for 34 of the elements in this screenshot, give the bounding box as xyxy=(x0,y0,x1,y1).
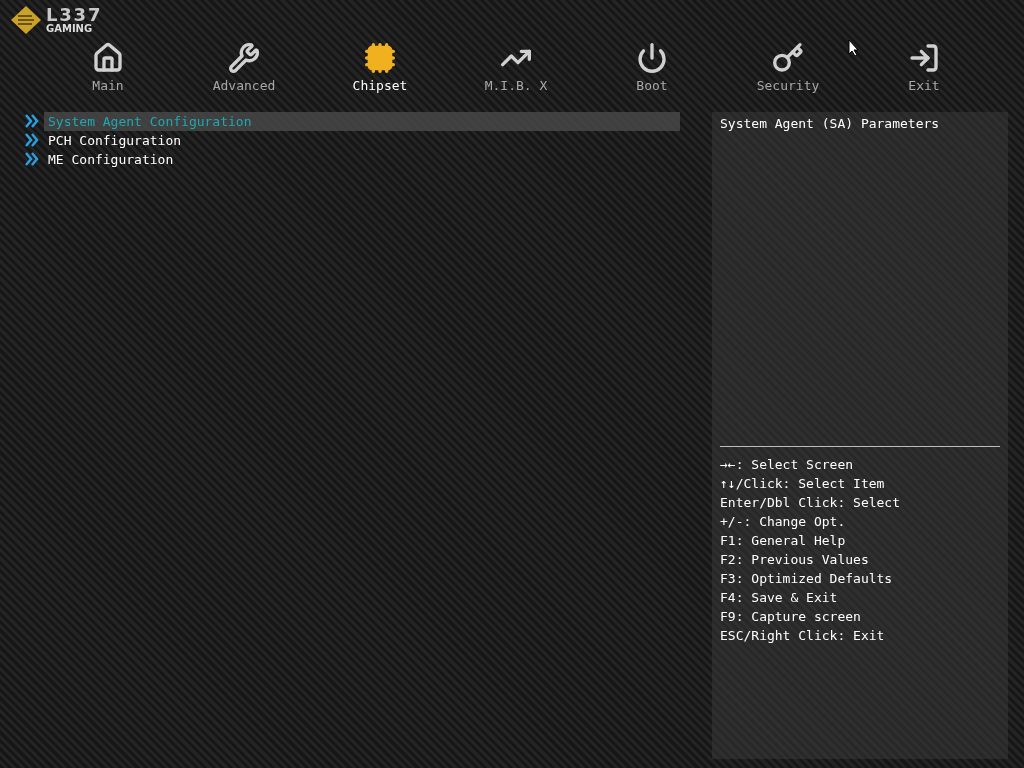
key-legend-line: +/-: Change Opt. xyxy=(720,512,847,531)
wrench-icon xyxy=(228,42,260,74)
key-legend-line: ESC/Right Click: Exit xyxy=(720,626,886,645)
menu-item[interactable]: PCH Configuration xyxy=(44,130,680,150)
menu-item[interactable]: System Agent Configuration xyxy=(44,111,680,131)
nav-tab[interactable]: Advanced xyxy=(176,42,312,96)
nav-tab[interactable]: Chipset xyxy=(312,42,448,96)
logo-mark-icon xyxy=(10,5,42,35)
mouse-cursor-icon xyxy=(848,39,860,57)
nav-tab[interactable]: Boot xyxy=(584,42,720,96)
power-icon xyxy=(636,42,668,74)
chip-icon xyxy=(364,42,396,74)
home-icon xyxy=(92,42,124,74)
chevron-icon xyxy=(24,132,40,148)
key-legend-line: F1: General Help xyxy=(720,531,847,550)
nav-tab[interactable]: M.I.B. X xyxy=(448,42,584,96)
help-text: System Agent (SA) Parameters xyxy=(720,114,941,133)
key-legend-line: F2: Previous Values xyxy=(720,550,870,569)
nav-tab[interactable]: Exit xyxy=(856,42,992,96)
key-legend-line: →←: Select Screen xyxy=(720,455,855,474)
exit-door-icon xyxy=(908,42,940,74)
chevron-icon xyxy=(24,113,40,129)
key-legend-line: F9: Capture screen xyxy=(720,607,862,626)
logo-wordmark: L337 xyxy=(46,6,103,24)
menu-item[interactable]: ME Configuration xyxy=(44,149,680,169)
nav-tab[interactable]: Main xyxy=(40,42,176,96)
logo-subtitle: GAMING xyxy=(46,24,94,34)
key-icon xyxy=(772,42,804,74)
key-legend-line: F3: Optimized Defaults xyxy=(720,569,894,588)
key-legend-line: ↑↓/Click: Select Item xyxy=(720,474,886,493)
chevron-icon xyxy=(24,151,40,167)
key-legend-line: F4: Save & Exit xyxy=(720,588,839,607)
key-legend-line: Enter/Dbl Click: Select xyxy=(720,493,901,512)
nav-tab[interactable]: Security xyxy=(720,42,856,96)
